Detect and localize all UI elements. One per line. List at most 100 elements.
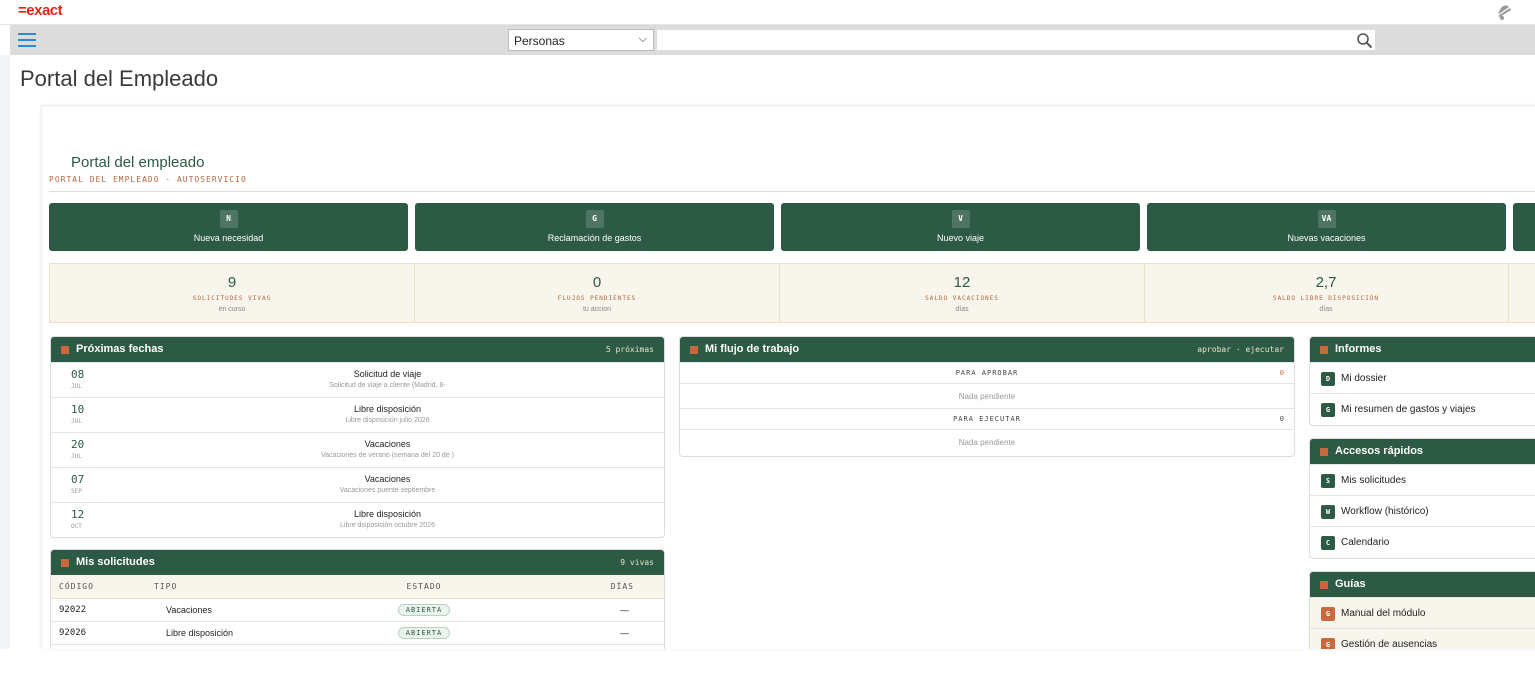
workflow-count: 0 bbox=[1279, 369, 1284, 377]
panel-header: Guías bbox=[1310, 572, 1535, 597]
panel-marker bbox=[1320, 346, 1328, 354]
workflow-execute-section: PARA EJECUTAR 0 bbox=[680, 408, 1294, 429]
guide-link-absence-management[interactable]: G Gestión de ausencias bbox=[1310, 628, 1535, 649]
search-scope-select[interactable]: Personas ⌵ bbox=[508, 29, 654, 51]
stat-label: SALDO LIBRE DISPOSICIÓN bbox=[1272, 295, 1380, 302]
empty-text: Nada pendiente bbox=[958, 438, 1016, 447]
cell-type: Libre disposición bbox=[154, 621, 314, 645]
stat-sub: días bbox=[955, 306, 969, 313]
chevron-down-icon: ⌵ bbox=[638, 33, 647, 45]
stat-open-requests: 9 SOLICITUDES VIVAS en curso bbox=[50, 264, 415, 322]
status-badge: ABIERTA bbox=[397, 603, 451, 616]
stat-value: 0 bbox=[592, 274, 602, 291]
link-badge: G bbox=[1321, 403, 1335, 417]
date-subtitle: Libre disposición julio 2026 bbox=[345, 417, 430, 424]
link-label: Gestión de ausencias bbox=[1341, 639, 1438, 649]
action-button-partial[interactable] bbox=[1513, 203, 1535, 251]
panel-header: Mis solicitudes 9 vivas bbox=[51, 550, 664, 575]
date-item[interactable]: 08 JUL Solicitud de viaje Solicitud de v… bbox=[51, 362, 664, 397]
panel-marker bbox=[61, 346, 69, 354]
status-badge: ABIERTA bbox=[397, 626, 451, 639]
quick-link-workflow-history[interactable]: W Workflow (histórico) bbox=[1310, 495, 1535, 526]
quick-access-panel: Accesos rápidos S Mis solicitudes W Work… bbox=[1309, 438, 1535, 559]
link-label: Manual del módulo bbox=[1341, 608, 1426, 619]
stat-value: 2,7 bbox=[1315, 274, 1337, 291]
table-row[interactable]: 92026 Libre disposición ABIERTA — bbox=[51, 621, 664, 645]
stat-free-days-balance: 2,7 SALDO LIBRE DISPOSICIÓN días bbox=[1144, 264, 1509, 322]
top-bar: =exact bbox=[0, 0, 1535, 25]
hamburger-menu-icon[interactable] bbox=[18, 33, 36, 47]
date-month: JUL bbox=[71, 453, 82, 460]
stats-strip: 9 SOLICITUDES VIVAS en curso 0 FLUJOS PE… bbox=[49, 263, 1535, 323]
link-badge: C bbox=[1321, 536, 1335, 550]
guides-panel: Guías G Manual del módulo G Gestión de a… bbox=[1309, 571, 1535, 649]
date-month: OCT bbox=[71, 523, 82, 530]
workflow-empty-state: Nada pendiente bbox=[680, 429, 1294, 454]
navigation-bar: Personas ⌵ bbox=[10, 25, 1535, 55]
action-label: Nuevo viaje bbox=[936, 233, 985, 243]
divider bbox=[49, 191, 1535, 192]
my-requests-panel: Mis solicitudes 9 vivas CÓDIGO TIPO ESTA… bbox=[50, 549, 665, 649]
date-title: Vacaciones bbox=[364, 474, 411, 484]
stat-label: SALDO VACACIONES bbox=[925, 295, 999, 302]
column-header-days[interactable]: DÍAS bbox=[534, 575, 664, 599]
date-day: 10 bbox=[71, 403, 85, 416]
date-item[interactable]: 07 SEP Vacaciones Vacaciones puente sept… bbox=[51, 467, 664, 502]
workflow-section-label: PARA APROBAR bbox=[955, 369, 1019, 377]
action-badge: VA bbox=[1317, 210, 1336, 228]
date-item[interactable]: 10 JUL Libre disposición Libre disposici… bbox=[51, 397, 664, 432]
action-label: Nueva necesidad bbox=[193, 233, 264, 243]
workflow-panel: Mi flujo de trabajo aprobar · ejecutar P… bbox=[679, 336, 1295, 457]
link-label: Mi resumen de gastos y viajes bbox=[1341, 404, 1476, 415]
link-badge: G bbox=[1321, 638, 1335, 649]
stat-label: FLUJOS PENDIENTES bbox=[557, 295, 637, 302]
panel-title: Informes bbox=[1335, 343, 1382, 355]
exact-logo[interactable]: =exact bbox=[18, 2, 63, 19]
quick-link-calendar[interactable]: C Calendario bbox=[1310, 526, 1535, 557]
panel-title: Mi flujo de trabajo bbox=[705, 343, 800, 355]
workflow-section-label: PARA EJECUTAR bbox=[953, 415, 1021, 423]
report-link-expenses-summary[interactable]: G Mi resumen de gastos y viajes bbox=[1310, 393, 1535, 424]
date-day: 12 bbox=[71, 508, 85, 521]
workflow-count: 0 bbox=[1279, 415, 1284, 423]
date-item[interactable]: 20 JUL Vacaciones Vacaciones de verano (… bbox=[51, 432, 664, 467]
panel-header: Próximas fechas 5 próximas bbox=[51, 337, 664, 362]
new-trip-button[interactable]: V Nuevo viaje bbox=[781, 203, 1140, 251]
column-header-status[interactable]: ESTADO bbox=[314, 575, 534, 599]
link-label: Mi dossier bbox=[1341, 373, 1387, 384]
panel-marker bbox=[1320, 448, 1328, 456]
cell-status: ABIERTA bbox=[314, 598, 534, 622]
panel-header: Accesos rápidos bbox=[1310, 439, 1535, 464]
new-need-button[interactable]: N Nueva necesidad bbox=[49, 203, 408, 251]
table-row[interactable]: 92022 Vacaciones ABIERTA — bbox=[51, 598, 664, 622]
cell-days: — bbox=[534, 621, 664, 645]
report-link-dossier[interactable]: D Mi dossier bbox=[1310, 362, 1535, 393]
portal-subheading: PORTAL DEL EMPLEADO · AUTOSERVICIO bbox=[49, 175, 247, 184]
search-icon[interactable] bbox=[1356, 32, 1373, 49]
expense-claim-button[interactable]: G Reclamación de gastos bbox=[415, 203, 774, 251]
column-header-type[interactable]: TIPO bbox=[154, 575, 314, 599]
date-day: 20 bbox=[71, 438, 85, 451]
panel-marker bbox=[690, 346, 698, 354]
panel-header: Informes bbox=[1310, 337, 1535, 362]
stat-pending-flows: 0 FLUJOS PENDIENTES tu accion bbox=[415, 264, 780, 322]
action-badge: V bbox=[951, 210, 970, 228]
left-strip bbox=[0, 55, 10, 649]
guide-link-module-manual[interactable]: G Manual del módulo bbox=[1310, 597, 1535, 628]
column-header-code[interactable]: CÓDIGO bbox=[51, 575, 154, 599]
search-input[interactable] bbox=[656, 29, 1376, 51]
new-vacation-button[interactable]: VA Nuevas vacaciones bbox=[1147, 203, 1506, 251]
stat-sub: tu accion bbox=[582, 306, 612, 313]
quick-link-my-requests[interactable]: S Mis solicitudes bbox=[1310, 464, 1535, 495]
action-label: Reclamación de gastos bbox=[547, 233, 642, 243]
cell-status: ABIERTA bbox=[314, 621, 534, 645]
bell-icon[interactable] bbox=[1494, 2, 1514, 22]
panel-title: Mis solicitudes bbox=[76, 556, 155, 568]
stat-vacation-balance: 12 SALDO VACACIONES días bbox=[780, 264, 1145, 322]
date-month: JUL bbox=[71, 418, 82, 425]
upcoming-dates-panel: Próximas fechas 5 próximas 08 JUL Solici… bbox=[50, 336, 665, 538]
date-title: Vacaciones bbox=[364, 439, 411, 449]
date-item[interactable]: 12 OCT Libre disposición Libre disposici… bbox=[51, 502, 664, 537]
link-badge: W bbox=[1321, 505, 1335, 519]
panel-title: Guías bbox=[1335, 578, 1366, 590]
